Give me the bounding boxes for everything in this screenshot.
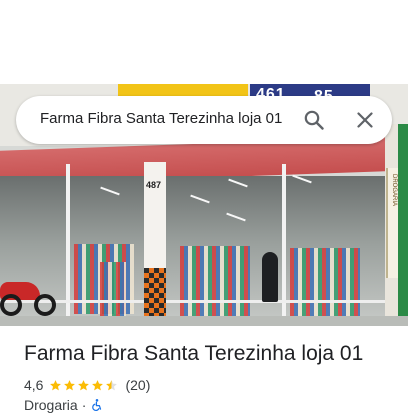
star-full-icon xyxy=(63,379,76,392)
building-number: 487 xyxy=(146,180,162,190)
shelf-center xyxy=(180,246,250,316)
side-banner-text: DROGARIA xyxy=(391,174,397,207)
search-query[interactable]: Farma Fibra Santa Terezinha loja 01 xyxy=(40,110,282,127)
search-bar[interactable]: Farma Fibra Santa Terezinha loja 01 xyxy=(16,96,392,144)
top-blank-area xyxy=(0,0,408,84)
rating-row[interactable]: 4,6 (20) xyxy=(24,376,150,394)
star-full-icon xyxy=(91,379,104,392)
sidewalk xyxy=(0,316,408,326)
rating-value: 4,6 xyxy=(24,377,44,393)
shelf-right xyxy=(290,248,360,318)
motorcycle xyxy=(0,274,58,320)
star-full-icon xyxy=(77,379,90,392)
green-wall-edge xyxy=(398,124,408,326)
search-icon[interactable] xyxy=(302,108,326,132)
shelf-display xyxy=(100,262,126,318)
person xyxy=(262,252,278,302)
category-label: Drogaria xyxy=(24,397,78,413)
star-half-icon xyxy=(105,379,118,392)
review-count[interactable]: (20) xyxy=(125,377,150,393)
category-row: Drogaria · xyxy=(24,397,104,413)
place-title[interactable]: Farma Fibra Santa Terezinha loja 01 xyxy=(24,342,363,366)
star-rating xyxy=(49,379,119,392)
star-full-icon xyxy=(49,379,62,392)
close-icon[interactable] xyxy=(353,108,377,132)
separator-dot: · xyxy=(81,397,87,413)
wheelchair-icon xyxy=(90,398,104,412)
